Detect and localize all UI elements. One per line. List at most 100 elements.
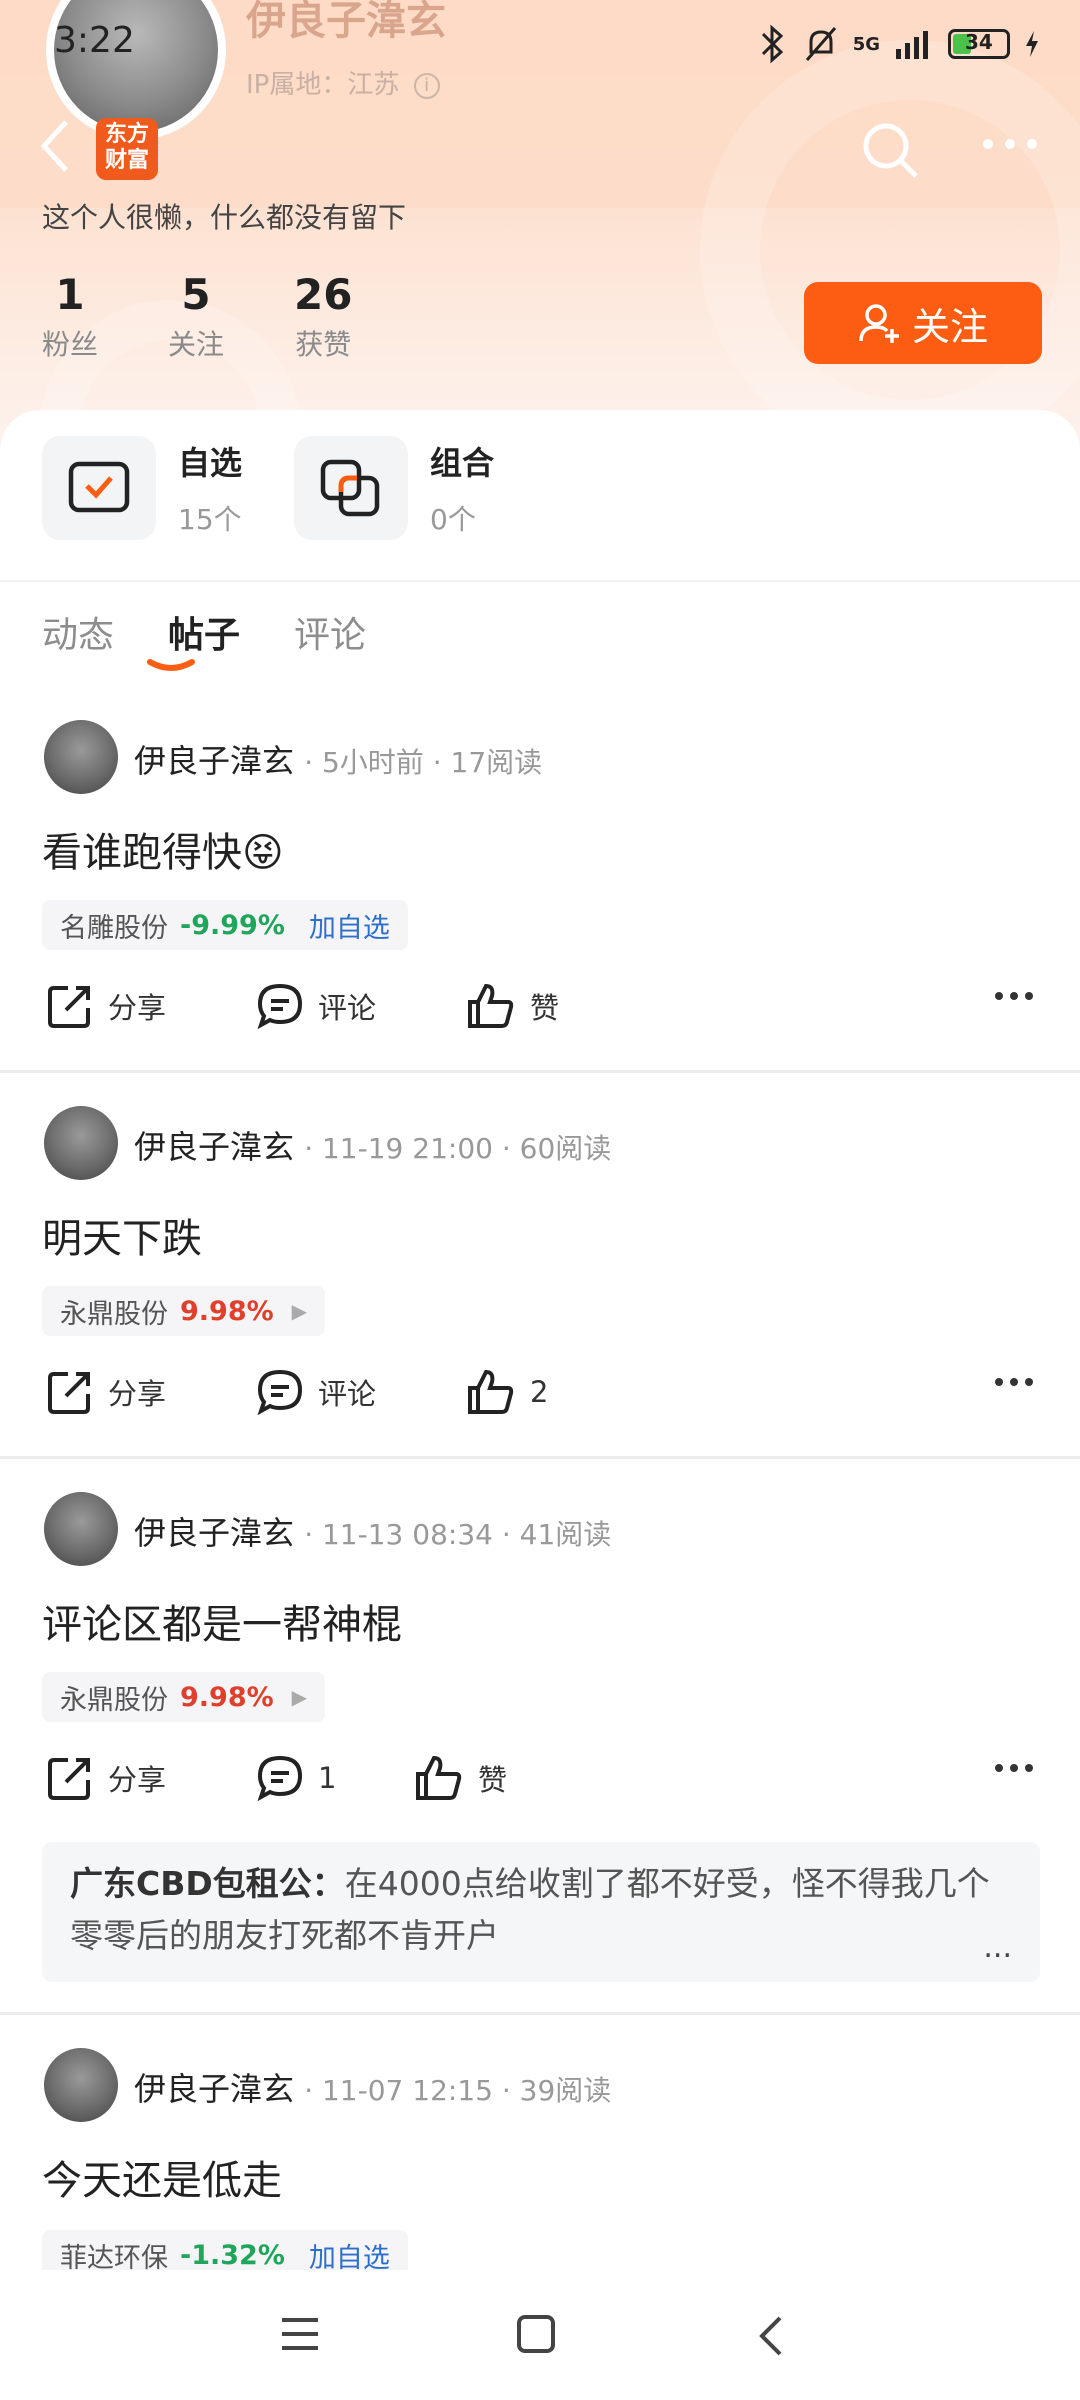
top-comment[interactable]: 广东CBD包租公：在4000点给收割了都不好受，怪不得我几个零零后的朋友打死都不… [42, 1842, 1040, 1982]
post-item[interactable]: 伊良子湋玄 · 11-13 08:34 · 41阅读 评论区都是一帮神棍 永鼎股… [0, 1492, 1080, 2004]
network-5g-label: 5G [852, 33, 880, 55]
add-user-icon [859, 304, 899, 343]
post-time-reads: · 5小时前 · 17阅读 [304, 746, 543, 779]
post-body[interactable]: 明天下跌 [42, 1206, 202, 1264]
stat-label: 粉丝 [42, 328, 99, 361]
share-label: 分享 [108, 991, 167, 1025]
more-options-icon[interactable] [994, 990, 1034, 1002]
comment-button[interactable]: 1 [256, 1754, 336, 1802]
share-button[interactable]: 分享 [46, 1368, 166, 1416]
post-item[interactable]: 伊良子湋玄 · 11-07 12:15 · 39阅读 今天还是低走 菲达环保 -… [0, 2048, 1080, 2288]
back-nav-icon[interactable] [756, 2314, 786, 2358]
stat-num: 26 [294, 270, 353, 319]
portfolio-link[interactable]: 组合 0个 [294, 436, 494, 540]
post-time-reads: · 11-07 12:15 · 39阅读 [304, 2074, 612, 2107]
comment-button[interactable]: 评论 [256, 1368, 376, 1416]
signal-icon [896, 31, 928, 59]
comment-icon [257, 1755, 303, 1802]
like-button[interactable]: 2 [466, 1368, 548, 1416]
stat-num: 5 [181, 270, 211, 319]
comment-icon [257, 1369, 303, 1416]
share-button[interactable]: 分享 [46, 982, 166, 1030]
post-body[interactable]: 看谁跑得快😝 [42, 820, 284, 878]
profile-name: 伊良子湋玄 [246, 0, 446, 44]
battery-icon: 34 [948, 29, 1010, 59]
system-nav-bar [0, 2270, 1080, 2400]
post-item[interactable]: 伊良子湋玄 · 11-19 21:00 · 60阅读 明天下跌 永鼎股份 9.9… [0, 1106, 1080, 1456]
ip-location-text: IP属地：江苏 [246, 70, 400, 100]
post-author[interactable]: 伊良子湋玄 [134, 742, 294, 780]
profile-bio: 这个人很懒，什么都没有留下 [42, 201, 407, 234]
portfolio-icon [320, 459, 380, 517]
more-options-icon[interactable] [994, 1762, 1034, 1774]
post-meta: 伊良子湋玄 · 11-19 21:00 · 60阅读 [134, 1122, 611, 1168]
watchlist-icon-box [42, 436, 156, 540]
post-author-avatar[interactable] [44, 1492, 118, 1566]
post-author-avatar[interactable] [44, 2048, 118, 2122]
arrow-right-icon: ▶ [291, 1685, 308, 1709]
stat-likes[interactable]: 26 获赞 [294, 270, 352, 363]
stat-label: 关注 [168, 328, 225, 361]
post-body[interactable]: 评论区都是一帮神棍 [42, 1592, 402, 1650]
tab-comments[interactable]: 评论 [294, 606, 366, 658]
post-meta: 伊良子湋玄 · 11-07 12:15 · 39阅读 [134, 2064, 611, 2110]
post-author-avatar[interactable] [44, 720, 118, 794]
active-tab-indicator [147, 659, 195, 671]
tab-posts[interactable]: 帖子 [168, 606, 240, 658]
stock-tag[interactable]: 名雕股份 -9.99% 加自选 [42, 900, 408, 950]
stock-tag[interactable]: 永鼎股份 9.98% ▶ [42, 1672, 326, 1722]
comment-icon [257, 983, 303, 1030]
stat-following[interactable]: 5 关注 [168, 270, 224, 363]
post-item[interactable]: 伊良子湋玄 · 5小时前 · 17阅读 看谁跑得快😝 名雕股份 -9.99% 加… [0, 720, 1080, 1070]
post-author-avatar[interactable] [44, 1106, 118, 1180]
stat-followers[interactable]: 1 粉丝 [42, 270, 98, 363]
info-icon[interactable]: i [413, 72, 440, 99]
comment-more[interactable]: ... [983, 1922, 1012, 1974]
follow-button[interactable]: 关注 [804, 282, 1042, 364]
status-icons: 5G 34 [755, 24, 1040, 64]
tab-bar: 动态 帖子 评论 [42, 606, 366, 658]
more-icon[interactable] [980, 136, 1040, 152]
like-button[interactable]: 赞 [414, 1754, 507, 1802]
post-author[interactable]: 伊良子湋玄 [134, 1128, 294, 1166]
post-author[interactable]: 伊良子湋玄 [134, 2070, 294, 2108]
follow-label: 关注 [911, 304, 988, 349]
stock-tag[interactable]: 永鼎股份 9.98% ▶ [42, 1286, 326, 1336]
ip-location: IP属地：江苏 i [246, 64, 440, 101]
comment-author[interactable]: 广东CBD包租公： [70, 1864, 345, 1903]
like-count: 赞 [530, 991, 560, 1025]
post-separator [0, 1070, 1080, 1073]
tab-activity[interactable]: 动态 [42, 606, 114, 658]
share-label: 分享 [108, 1763, 167, 1797]
watchlist-count: 15个 [178, 503, 242, 536]
watchlist-title: 自选 [178, 444, 243, 482]
battery-level: 34 [965, 30, 993, 54]
back-icon[interactable] [40, 118, 70, 174]
section-divider [0, 580, 1080, 582]
add-watchlist-link[interactable]: 加自选 [309, 2236, 390, 2275]
like-button[interactable]: 赞 [466, 982, 559, 1030]
post-meta: 伊良子湋玄 · 11-13 08:34 · 41阅读 [134, 1508, 611, 1554]
post-actions: 分享 评论 赞 [0, 982, 1080, 1042]
search-icon[interactable] [860, 120, 922, 182]
share-label: 分享 [108, 1377, 167, 1411]
status-time: 3:22 [54, 20, 135, 61]
add-watchlist-link[interactable]: 加自选 [309, 906, 390, 945]
home-icon[interactable] [516, 2314, 556, 2354]
share-button[interactable]: 分享 [46, 1754, 166, 1802]
like-count: 赞 [478, 1763, 508, 1797]
portfolio-count: 0个 [430, 503, 476, 536]
stat-num: 1 [55, 270, 85, 319]
arrow-right-icon: ▶ [291, 1299, 308, 1323]
post-body[interactable]: 今天还是低走 [42, 2148, 282, 2206]
more-options-icon[interactable] [994, 1376, 1034, 1388]
share-icon [48, 1372, 90, 1414]
watchlist-link[interactable]: 自选 15个 [42, 436, 242, 540]
post-meta: 伊良子湋玄 · 5小时前 · 17阅读 [134, 736, 542, 782]
comment-count: 评论 [318, 991, 377, 1025]
menu-icon[interactable] [280, 2316, 320, 2352]
thumbs-up-icon [468, 1369, 514, 1414]
post-author[interactable]: 伊良子湋玄 [134, 1514, 294, 1552]
comment-button[interactable]: 评论 [256, 982, 376, 1030]
stock-name: 永鼎股份 [60, 1684, 168, 1716]
